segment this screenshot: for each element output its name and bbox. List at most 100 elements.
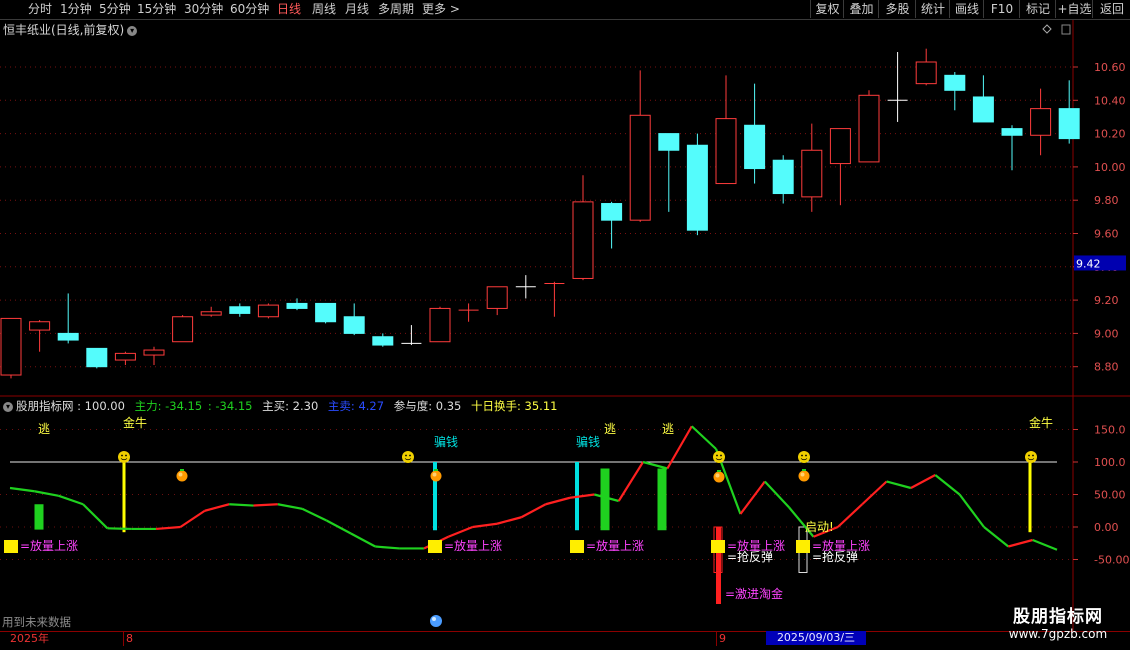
candle-body bbox=[772, 159, 794, 195]
pianqian-label: 骗钱 bbox=[576, 434, 600, 449]
candle-body bbox=[858, 94, 880, 163]
indicator-line-segment bbox=[545, 496, 571, 506]
candle-body bbox=[57, 332, 79, 341]
smiley-face bbox=[798, 451, 810, 463]
toolbar-button-4[interactable]: 画线 bbox=[949, 0, 984, 18]
coin-shine bbox=[715, 473, 720, 478]
signal-bar bbox=[122, 462, 126, 533]
jinniu-label: 金牛 bbox=[123, 415, 147, 430]
candle bbox=[1001, 125, 1023, 171]
top-toolbar: 分时 1分钟 5分钟 15分钟 30分钟 60分钟 日线 周线 月线 多周期 更多 > 复权 叠加 多股… bbox=[0, 0, 1130, 20]
toolbar-tab-2[interactable]: 5分钟 bbox=[99, 1, 131, 17]
tao-label: 逃 bbox=[38, 422, 50, 436]
toolbar-tab-10[interactable]: 更多 > bbox=[422, 1, 460, 17]
candle-body bbox=[944, 74, 966, 91]
candle bbox=[401, 325, 422, 346]
chart-canvas[interactable]: 10.6010.4010.2010.009.809.609.409.209.00… bbox=[0, 20, 1130, 631]
indicator-line-segment bbox=[447, 525, 474, 538]
signal-bar bbox=[34, 504, 44, 530]
candle-body bbox=[286, 302, 308, 309]
toolbar-tab-0[interactable]: 分时 bbox=[28, 1, 52, 17]
indicator-line-segment bbox=[1008, 538, 1033, 548]
yellow-square-marker bbox=[570, 540, 584, 553]
candle-body bbox=[1058, 108, 1080, 140]
indicator-line-segment bbox=[350, 532, 376, 548]
coin-shine bbox=[178, 472, 183, 477]
indicator-line-segment bbox=[301, 507, 328, 522]
watermark: 股朋指标网 www.7gpzb.com bbox=[994, 602, 1122, 641]
toolbar-tab-6[interactable]: 日线 bbox=[277, 1, 301, 17]
blue-ball-shine bbox=[432, 617, 436, 621]
indicator-line-segment bbox=[229, 503, 254, 507]
indicator-line-segment bbox=[496, 516, 522, 525]
toolbar-button-1[interactable]: 叠加 bbox=[843, 0, 879, 18]
smiley-face bbox=[713, 451, 725, 463]
price-tick-label: 8.80 bbox=[1094, 361, 1119, 374]
indicator-line-segment bbox=[179, 509, 206, 528]
candle bbox=[343, 303, 365, 336]
faliang-label: =放量上涨 bbox=[586, 538, 644, 553]
smiley-icon bbox=[798, 451, 810, 463]
smiley-face bbox=[118, 451, 130, 463]
indicator-line-segment bbox=[107, 527, 132, 531]
candle-body bbox=[29, 321, 51, 331]
tao-label: 逃 bbox=[662, 422, 674, 436]
toolbar-tab-1[interactable]: 1分钟 bbox=[60, 1, 92, 17]
candle bbox=[172, 315, 194, 343]
candle bbox=[915, 48, 937, 86]
candle bbox=[686, 133, 708, 236]
indicator-line-segment bbox=[9, 486, 35, 493]
toolbar-tab-9[interactable]: 多周期 bbox=[378, 1, 414, 17]
current-price-label: 9.42 bbox=[1076, 257, 1101, 270]
smiley-eye bbox=[405, 454, 407, 457]
smiley-eye bbox=[409, 454, 411, 457]
signal-bar bbox=[1028, 462, 1032, 533]
toolbar-button-5[interactable]: F10 bbox=[983, 0, 1020, 18]
date-month-8: 8 bbox=[123, 632, 133, 646]
indicator-line-segment bbox=[156, 525, 181, 531]
date-month-9: 9 bbox=[716, 632, 726, 646]
candle bbox=[801, 123, 823, 212]
toolbar-button-3[interactable]: 统计 bbox=[915, 0, 950, 18]
indicator-line-segment bbox=[958, 493, 985, 528]
toolbar-button-2[interactable]: 多股 bbox=[878, 0, 916, 18]
candle bbox=[572, 175, 594, 281]
indicator-line-segment bbox=[934, 474, 961, 496]
candle bbox=[458, 303, 479, 322]
pianqian-label: 骗钱 bbox=[434, 434, 458, 449]
smiley-face bbox=[1025, 451, 1037, 463]
toolbar-button-8[interactable]: 返回 bbox=[1092, 0, 1130, 18]
indicator-line-segment bbox=[34, 490, 59, 497]
candle bbox=[486, 286, 508, 316]
smiley-eye bbox=[125, 454, 127, 457]
toolbar-tab-5[interactable]: 60分钟 bbox=[230, 1, 269, 17]
coin-shine bbox=[432, 472, 437, 477]
toolbar-tab-3[interactable]: 15分钟 bbox=[137, 1, 176, 17]
toolbar-tab-4[interactable]: 30分钟 bbox=[184, 1, 223, 17]
toolbar-button-7[interactable]: +自选 bbox=[1055, 0, 1093, 18]
indicator-line-segment bbox=[204, 503, 230, 512]
red-drop-bar bbox=[716, 527, 721, 604]
yellow-square-marker bbox=[428, 540, 442, 553]
price-tick-label: 9.60 bbox=[1094, 228, 1119, 241]
candle-body bbox=[315, 302, 337, 323]
candle bbox=[944, 71, 966, 111]
qidong-label: 启动! bbox=[805, 520, 834, 534]
indicator-line-segment bbox=[520, 503, 547, 519]
toolbar-tab-7[interactable]: 周线 bbox=[312, 1, 336, 17]
price-tick-label: 9.80 bbox=[1094, 194, 1119, 207]
toolbar-button-6[interactable]: 标记 bbox=[1019, 0, 1056, 18]
ind-tick-label: 150.0 bbox=[1094, 424, 1126, 437]
toolbar-tab-8[interactable]: 月线 bbox=[345, 1, 369, 17]
window-max-icon bbox=[1061, 24, 1071, 35]
candle-body bbox=[0, 317, 22, 376]
candle bbox=[229, 303, 251, 317]
candle bbox=[972, 75, 994, 123]
candle-body bbox=[601, 203, 623, 221]
candle bbox=[601, 201, 623, 249]
toolbar-button-0[interactable]: 复权 bbox=[810, 0, 844, 18]
candle bbox=[744, 83, 766, 184]
candle-body bbox=[658, 133, 680, 151]
price-tick-label: 10.00 bbox=[1094, 161, 1126, 174]
candle bbox=[57, 293, 79, 344]
